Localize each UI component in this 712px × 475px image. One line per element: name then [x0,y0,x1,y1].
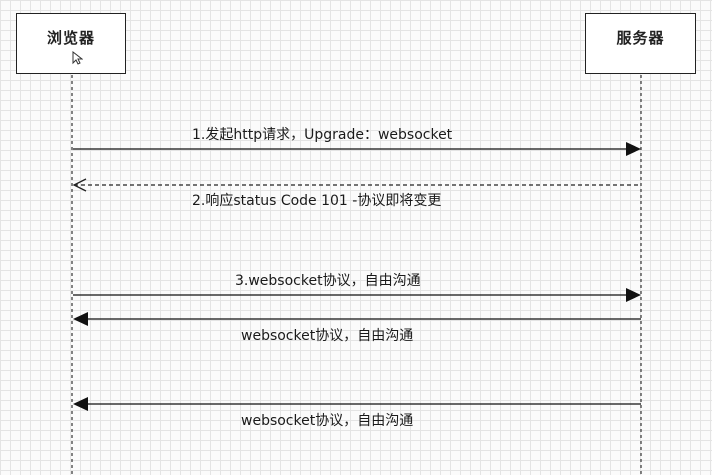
actor-server-label: 服务器 [616,29,665,47]
arrow-request-head [626,142,641,156]
message-label-request: 1.发起http请求，Upgrade：websocket [192,127,453,143]
actor-browser-label: 浏览器 [46,29,95,47]
arrow-ws-to-server-head [626,288,641,302]
arrow-ws-to-browser-head [73,312,88,326]
message-label-ws-to-browser: websocket协议，自由沟通 [241,328,414,344]
sequence-diagram-canvas: 浏览器 服务器 1.发起http请求，Upgrade：websocket 2.响… [0,0,712,475]
actor-browser-box[interactable]: 浏览器 [16,13,126,74]
actor-server-box[interactable]: 服务器 [585,13,696,74]
arrow-ws-to-browser-2-head [73,397,88,411]
message-label-ws-to-browser-2: websocket协议，自由沟通 [241,413,414,429]
mouse-cursor-icon [72,51,83,65]
message-label-ws-to-server: 3.websocket协议，自由沟通 [235,273,421,289]
message-label-response: 2.响应status Code 101 -协议即将变更 [192,193,442,209]
